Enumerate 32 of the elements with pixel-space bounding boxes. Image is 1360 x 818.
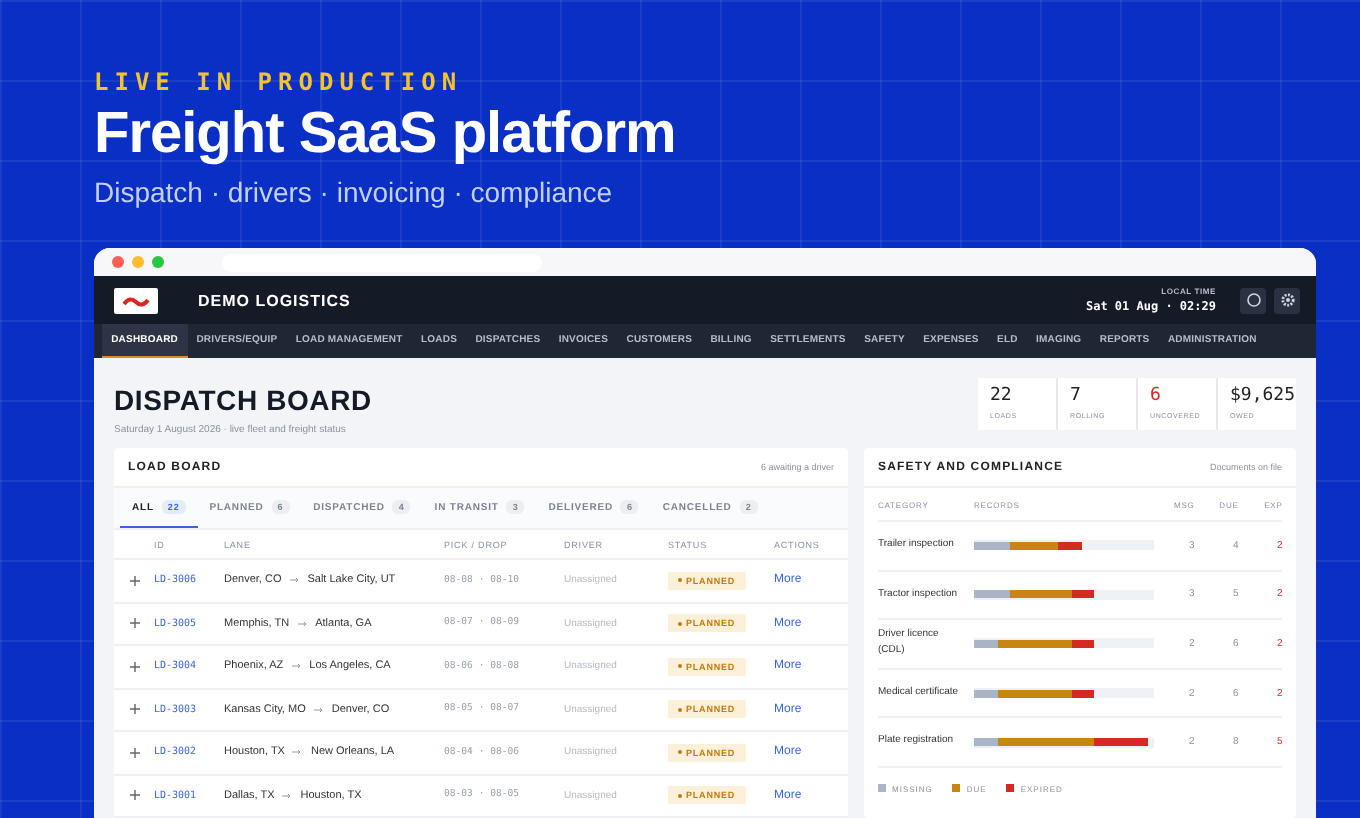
arrow-icon bbox=[291, 662, 302, 671]
arrow-icon bbox=[282, 791, 293, 800]
expand-icon[interactable] bbox=[129, 790, 139, 801]
kpi-value: 7 bbox=[1070, 386, 1083, 406]
expand-icon[interactable] bbox=[129, 661, 139, 672]
page-title: DISPATCH BOARD bbox=[114, 384, 372, 416]
eyebrow-label: LIVE IN PRODUCTION bbox=[94, 68, 465, 96]
expand-icon[interactable] bbox=[129, 704, 139, 715]
arrow-icon bbox=[292, 748, 303, 757]
chat-button[interactable] bbox=[1240, 287, 1266, 314]
arrow-icon bbox=[313, 705, 324, 714]
settings-icon bbox=[1279, 292, 1295, 309]
kpi-value: 6 bbox=[1150, 386, 1163, 406]
legend-swatch-icon bbox=[1006, 784, 1015, 793]
legend-swatch-icon bbox=[878, 784, 886, 793]
arrow-icon bbox=[297, 619, 308, 628]
legend-swatch-icon bbox=[952, 784, 961, 793]
expand-icon[interactable] bbox=[129, 575, 139, 586]
company-name: DEMO LOGISTICS bbox=[198, 291, 353, 310]
settings-button[interactable] bbox=[1274, 287, 1300, 314]
kpi-value: $9,625 bbox=[1230, 386, 1296, 406]
expand-icon[interactable] bbox=[129, 747, 139, 758]
chat-icon bbox=[1245, 292, 1261, 309]
expand-icon[interactable] bbox=[129, 618, 139, 629]
maximize-dot-icon[interactable] bbox=[152, 256, 164, 269]
kpi-value: 22 bbox=[990, 386, 1014, 406]
minimize-dot-icon[interactable] bbox=[132, 256, 144, 269]
subheadline: Dispatch · drivers · invoicing · compliance bbox=[94, 176, 615, 208]
headline: Freight SaaS platform bbox=[94, 102, 678, 168]
close-dot-icon[interactable] bbox=[112, 256, 124, 269]
logo-icon bbox=[114, 287, 158, 314]
arrow-icon bbox=[289, 576, 300, 585]
